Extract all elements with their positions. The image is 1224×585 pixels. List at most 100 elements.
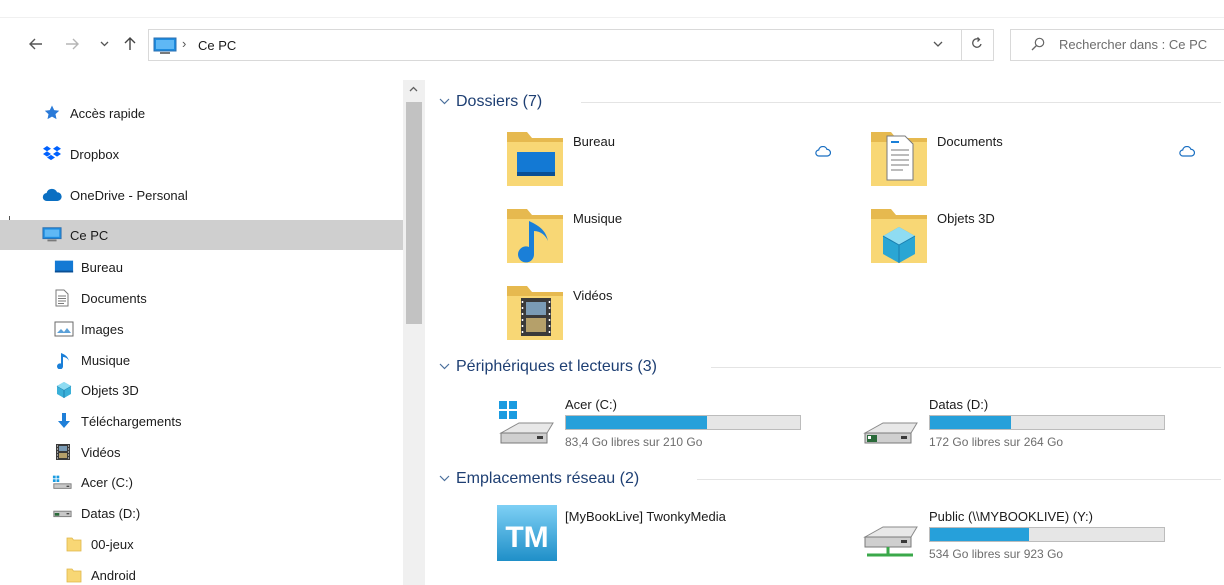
- sidebar-item-label: Téléchargements: [81, 413, 182, 429]
- navigation-scrollbar[interactable]: [403, 80, 425, 585]
- breadcrumb-separator: ›: [182, 36, 187, 51]
- group-title: Emplacements réseau (2): [456, 470, 640, 487]
- sidebar-item-label: 00-jeux: [91, 536, 134, 552]
- sidebar-item-label: Images: [81, 321, 124, 337]
- folder-name: Documents: [937, 134, 1003, 149]
- address-dropdown[interactable]: [933, 37, 943, 51]
- chevron-down-icon: [933, 41, 943, 47]
- sidebar-item-label: Android: [91, 567, 136, 583]
- forward-button[interactable]: [62, 34, 82, 54]
- sidebar-item-ce-pc[interactable]: Ce PC: [0, 220, 403, 250]
- drive-icon: [863, 422, 918, 444]
- address-divider: [961, 30, 962, 60]
- sidebar-item-acces-rapide[interactable]: Accès rapide: [0, 98, 403, 128]
- sidebar-item-label: Vidéos: [81, 444, 121, 460]
- network-location-name: Public (\\MYBOOKLIVE) (Y:): [929, 509, 1093, 524]
- network-location-name: [MyBookLive] TwonkyMedia: [565, 509, 726, 524]
- drive-tile-datas-d[interactable]: Datas (D:) 172 Go libres sur 264 Go: [859, 391, 1199, 455]
- sidebar-item-android[interactable]: Android: [0, 560, 403, 585]
- music-note-icon: [54, 351, 74, 369]
- folder-tile-objets-3d[interactable]: Objets 3D: [867, 205, 1207, 269]
- refresh-icon: [972, 37, 982, 48]
- refresh-button[interactable]: [971, 36, 983, 53]
- sidebar-item-bureau[interactable]: Bureau: [0, 252, 403, 282]
- network-tile-twonkymedia[interactable]: TM [MyBookLive] TwonkyMedia: [495, 503, 835, 567]
- sidebar-item-label: Documents: [81, 290, 147, 306]
- search-input[interactable]: [1059, 37, 1224, 52]
- folder-name: Bureau: [573, 134, 615, 149]
- sidebar-item-datas-d[interactable]: Datas (D:): [0, 498, 403, 528]
- folder-tile-documents[interactable]: Documents: [867, 128, 1207, 192]
- chevron-up-icon: [409, 86, 418, 92]
- sidebar-item-label: Accès rapide: [70, 105, 146, 121]
- group-divider: [697, 479, 1221, 480]
- up-button[interactable]: [120, 34, 140, 54]
- folder-music-icon: [507, 209, 563, 263]
- sidebar-item-objets-3d[interactable]: Objets 3D: [0, 375, 403, 405]
- search-box[interactable]: [1010, 29, 1224, 61]
- navigation-pane: Accès rapide Dropbox OneDrive - Personal…: [0, 80, 403, 585]
- drive-free-space: 534 Go libres sur 923 Go: [929, 547, 1064, 561]
- svg-text:TM: TM: [505, 521, 548, 554]
- folder-documents-icon: [871, 132, 927, 186]
- folder-tile-bureau[interactable]: Bureau: [503, 128, 843, 192]
- dropbox-icon: [42, 145, 62, 163]
- scroll-up-button[interactable]: [409, 84, 418, 94]
- navigation-bar: › Ce PC: [0, 24, 1224, 66]
- scroll-thumb[interactable]: [406, 102, 422, 324]
- group-header-emplacements-reseau[interactable]: Emplacements réseau (2): [439, 466, 1221, 492]
- sidebar-item-videos[interactable]: Vidéos: [0, 437, 403, 467]
- folder-tile-videos[interactable]: Vidéos: [503, 282, 843, 346]
- video-icon: [53, 443, 73, 461]
- image-icon: [54, 320, 74, 338]
- sidebar-item-label: Musique: [81, 352, 131, 368]
- sidebar-item-label: Bureau: [81, 259, 123, 275]
- sidebar-item-dropbox[interactable]: Dropbox: [0, 139, 403, 169]
- sidebar-item-00-jeux[interactable]: 00-jeux: [0, 529, 403, 559]
- sidebar-item-label: OneDrive - Personal: [70, 187, 188, 203]
- search-icon: [1031, 37, 1045, 51]
- sidebar-item-images[interactable]: Images: [0, 314, 403, 344]
- sidebar-item-label: Dropbox: [70, 146, 120, 162]
- folder-name: Musique: [573, 211, 623, 226]
- folder-icon: [64, 535, 84, 553]
- group-header-peripheriques[interactable]: Périphériques et lecteurs (3): [439, 354, 1221, 380]
- sidebar-item-musique[interactable]: Musique: [0, 345, 403, 375]
- network-tile-public-y[interactable]: Public (\\MYBOOKLIVE) (Y:) 534 Go libres…: [859, 503, 1199, 567]
- content-pane: Dossiers (7) Bureau Documents Musique Ob…: [425, 80, 1224, 585]
- twonky-media-icon: TM: [497, 505, 557, 561]
- cube-icon: [54, 381, 74, 399]
- sidebar-item-acer-c[interactable]: Acer (C:): [0, 467, 403, 497]
- arrow-up-icon: [124, 37, 136, 50]
- drive-usage-fill: [566, 416, 708, 429]
- sidebar-item-label: Objets 3D: [81, 382, 139, 398]
- title-strip: [0, 0, 1224, 18]
- cloud-icon: [42, 186, 62, 204]
- folder-desktop-icon: [507, 132, 563, 186]
- drive-icon: [52, 504, 72, 522]
- arrow-right-icon: [66, 38, 79, 50]
- sidebar-item-label: Acer (C:): [81, 474, 133, 490]
- sidebar-item-documents[interactable]: Documents: [0, 283, 403, 313]
- chevron-down-icon: [439, 361, 450, 373]
- folder-tile-musique[interactable]: Musique: [503, 205, 843, 269]
- drive-usage-fill: [930, 528, 1029, 541]
- back-button[interactable]: [26, 34, 46, 54]
- drive-tile-acer-c[interactable]: Acer (C:) 83,4 Go libres sur 210 Go: [495, 391, 835, 455]
- chevron-down-icon: [439, 96, 450, 108]
- download-icon: [54, 412, 74, 430]
- breadcrumb-ce-pc[interactable]: Ce PC: [198, 38, 236, 53]
- group-header-dossiers[interactable]: Dossiers (7): [439, 89, 1221, 115]
- desktop-icon: [54, 258, 74, 276]
- star-icon: [42, 104, 62, 122]
- chevron-down-icon: [100, 41, 108, 47]
- group-title: Périphériques et lecteurs (3): [456, 358, 657, 375]
- arrow-left-icon: [29, 38, 42, 50]
- recent-locations-button[interactable]: [94, 34, 114, 54]
- drive-usage-bar: [929, 527, 1165, 542]
- sidebar-item-onedrive[interactable]: OneDrive - Personal: [0, 180, 403, 210]
- folder-name: Vidéos: [573, 288, 613, 303]
- address-bar[interactable]: › Ce PC: [148, 29, 994, 61]
- sidebar-item-telechargements[interactable]: Téléchargements: [0, 406, 403, 436]
- cloud-sync-icon: [815, 146, 831, 157]
